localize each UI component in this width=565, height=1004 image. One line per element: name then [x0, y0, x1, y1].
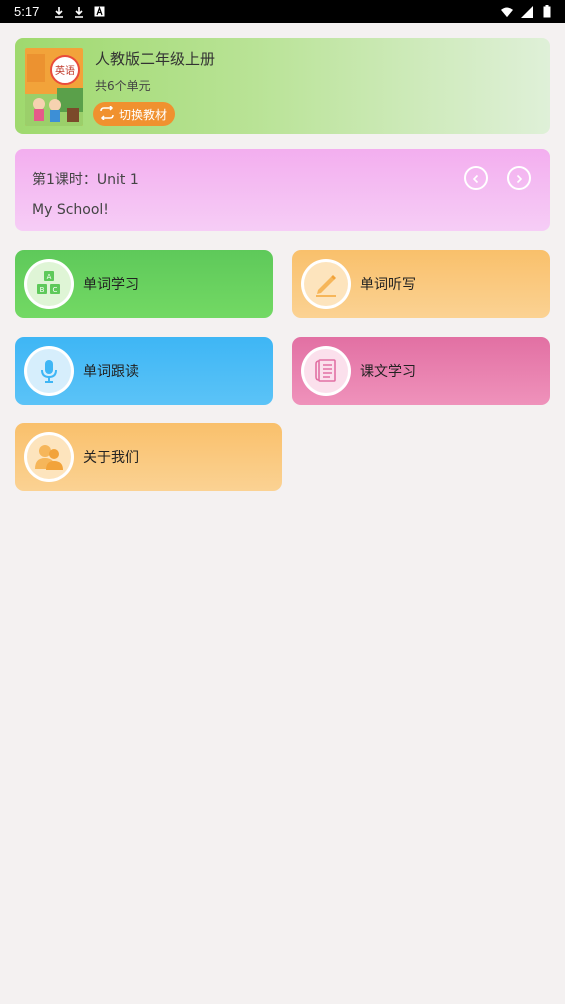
about-us-tile[interactable]: 关于我们 — [15, 423, 282, 491]
next-lesson-button[interactable] — [507, 166, 531, 190]
status-bar-right — [501, 5, 553, 18]
lesson-title: 第1课时：Unit 1 — [32, 172, 139, 188]
textbook-card[interactable]: 英语 人教版二年级上册 共6个单元 切换教材 — [15, 38, 550, 134]
users-icon — [27, 435, 71, 479]
chevron-right-icon — [514, 169, 524, 188]
word-read-along-icon-circle — [24, 346, 74, 396]
svg-text:A: A — [47, 273, 52, 281]
pencil-icon — [304, 262, 348, 306]
text-study-tile[interactable]: 课文学习 — [292, 337, 550, 405]
about-us-icon-circle — [24, 432, 74, 482]
microphone-icon — [27, 349, 71, 393]
word-read-along-tile[interactable]: 单词跟读 — [15, 337, 273, 405]
download-icon — [53, 6, 65, 18]
lesson-subtitle: My School! — [32, 202, 109, 218]
abc-blocks-icon: A B C — [27, 262, 71, 306]
book-unit-count: 共6个单元 — [95, 79, 151, 93]
battery-icon — [541, 5, 553, 18]
switch-textbook-button[interactable]: 切换教材 — [93, 102, 176, 126]
status-bar-left: 5:17 — [14, 4, 105, 19]
chevron-left-icon — [471, 169, 481, 188]
text-study-icon-circle — [301, 346, 351, 396]
svg-text:C: C — [53, 286, 58, 294]
word-study-icon-circle: A B C — [24, 259, 74, 309]
text-study-label: 课文学习 — [360, 364, 416, 380]
word-dictation-icon-circle — [301, 259, 351, 309]
cover-label: 英语 — [55, 64, 75, 77]
status-bar: 5:17 — [0, 0, 565, 23]
swap-icon — [99, 104, 115, 123]
book-cover-image: 英语 — [25, 48, 83, 126]
signal-icon — [521, 5, 533, 18]
svg-text:B: B — [40, 286, 45, 294]
download-icon — [73, 6, 85, 18]
word-dictation-label: 单词听写 — [360, 277, 416, 293]
book-title: 人教版二年级上册 — [95, 50, 216, 68]
word-study-tile[interactable]: A B C 单词学习 — [15, 250, 273, 318]
word-read-along-label: 单词跟读 — [83, 364, 139, 380]
lesson-card[interactable]: 第1课时：Unit 1 My School! — [15, 149, 550, 231]
wifi-icon — [501, 6, 513, 18]
previous-lesson-button[interactable] — [464, 166, 488, 190]
about-us-label: 关于我们 — [83, 450, 139, 466]
status-time: 5:17 — [14, 4, 40, 19]
switch-textbook-label: 切换教材 — [119, 107, 168, 122]
word-dictation-tile[interactable]: 单词听写 — [292, 250, 550, 318]
book-icon — [304, 349, 348, 393]
font-icon — [93, 6, 105, 18]
word-study-label: 单词学习 — [83, 277, 139, 293]
